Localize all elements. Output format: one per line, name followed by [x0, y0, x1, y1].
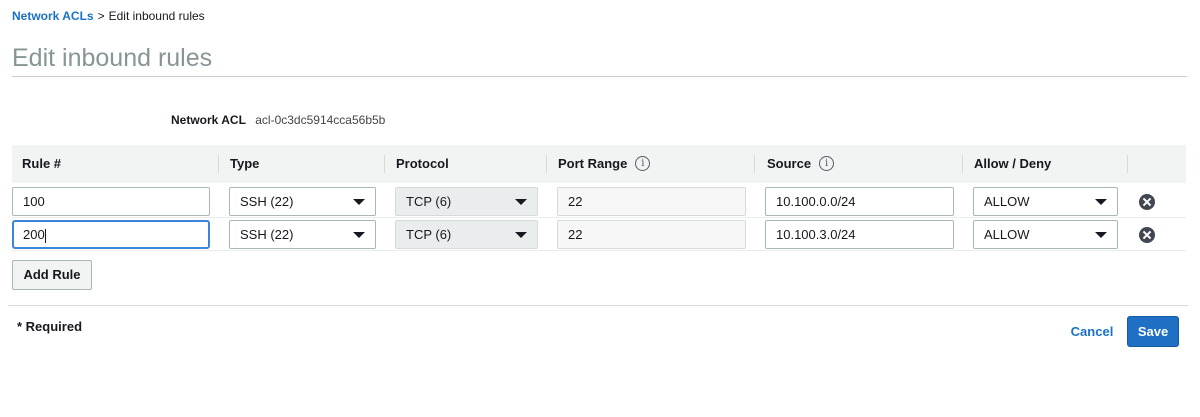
allow-deny-select-value: ALLOW [984, 194, 1030, 209]
remove-circle-icon[interactable] [1139, 194, 1155, 210]
header-divider [754, 155, 755, 173]
protocol-select-value: TCP (6) [406, 227, 452, 242]
info-icon[interactable]: i [819, 156, 835, 172]
breadcrumb-separator: > [97, 9, 105, 23]
acl-info: Network ACL acl-0c3dc5914cca56b5b [171, 113, 385, 127]
allow-deny-select[interactable]: ALLOW [973, 220, 1118, 249]
allow-deny-select[interactable]: ALLOW [973, 187, 1118, 216]
header-allow-deny: Allow / Deny [974, 156, 1052, 171]
header-port-range-label: Port Range [558, 156, 628, 171]
protocol-select: TCP (6) [395, 220, 538, 249]
save-button[interactable]: Save [1127, 316, 1179, 347]
header-divider [962, 155, 963, 173]
caret-down-icon [353, 232, 365, 238]
rules-table-header: Rule # Type Protocol Port Range i Source i… [12, 145, 1186, 183]
cancel-button[interactable]: Cancel [1064, 317, 1120, 347]
page-title: Edit inbound rules [12, 44, 213, 72]
source-input[interactable]: 10.100.3.0/24 [765, 220, 954, 249]
header-divider [1127, 155, 1128, 173]
text-cursor [44, 228, 46, 243]
type-select[interactable]: SSH (22) [229, 220, 376, 249]
breadcrumb-current: Edit inbound rules [108, 9, 205, 23]
rule-row: 100 SSH (22) TCP (6) 22 10.100.0.0/24 AL… [12, 184, 1186, 218]
remove-circle-icon[interactable] [1139, 227, 1155, 243]
rule-number-value: 200 [23, 227, 45, 242]
title-divider [12, 76, 1187, 77]
header-source-label: Source [767, 156, 812, 171]
rule-number-input[interactable]: 200 [12, 220, 210, 249]
header-divider [218, 155, 219, 173]
header-source: Source i [767, 145, 835, 183]
header-divider [546, 155, 547, 173]
caret-down-icon [1095, 199, 1107, 205]
source-input[interactable]: 10.100.0.0/24 [765, 187, 954, 216]
header-port-range: Port Range i [558, 145, 651, 183]
port-range-input[interactable]: 22 [557, 187, 746, 216]
header-rule-number: Rule # [22, 156, 62, 171]
acl-label: Network ACL [171, 113, 246, 127]
protocol-select-value: TCP (6) [406, 194, 452, 209]
add-rule-button[interactable]: Add Rule [12, 260, 92, 290]
footer-divider [8, 305, 1188, 306]
caret-down-icon [353, 199, 365, 205]
caret-down-icon [515, 232, 527, 238]
port-range-input[interactable]: 22 [557, 220, 746, 249]
caret-down-icon [515, 199, 527, 205]
breadcrumb-network-acls-link[interactable]: Network ACLs [12, 9, 94, 23]
breadcrumb: Network ACLs > Edit inbound rules [12, 9, 205, 23]
acl-id: acl-0c3dc5914cca56b5b [255, 113, 386, 127]
type-select-value: SSH (22) [240, 194, 294, 209]
type-select-value: SSH (22) [240, 227, 294, 242]
header-type: Type [230, 156, 260, 171]
header-divider [384, 155, 385, 173]
info-icon[interactable]: i [635, 156, 651, 172]
header-protocol: Protocol [396, 156, 449, 171]
protocol-select: TCP (6) [395, 187, 538, 216]
type-select[interactable]: SSH (22) [229, 187, 376, 216]
required-note: * Required [17, 319, 83, 334]
allow-deny-select-value: ALLOW [984, 227, 1030, 242]
rule-row: 200 SSH (22) TCP (6) 22 10.100.3.0/24 AL… [12, 217, 1186, 251]
row-divider [12, 250, 1186, 251]
rule-number-input[interactable]: 100 [12, 187, 210, 216]
caret-down-icon [1095, 232, 1107, 238]
